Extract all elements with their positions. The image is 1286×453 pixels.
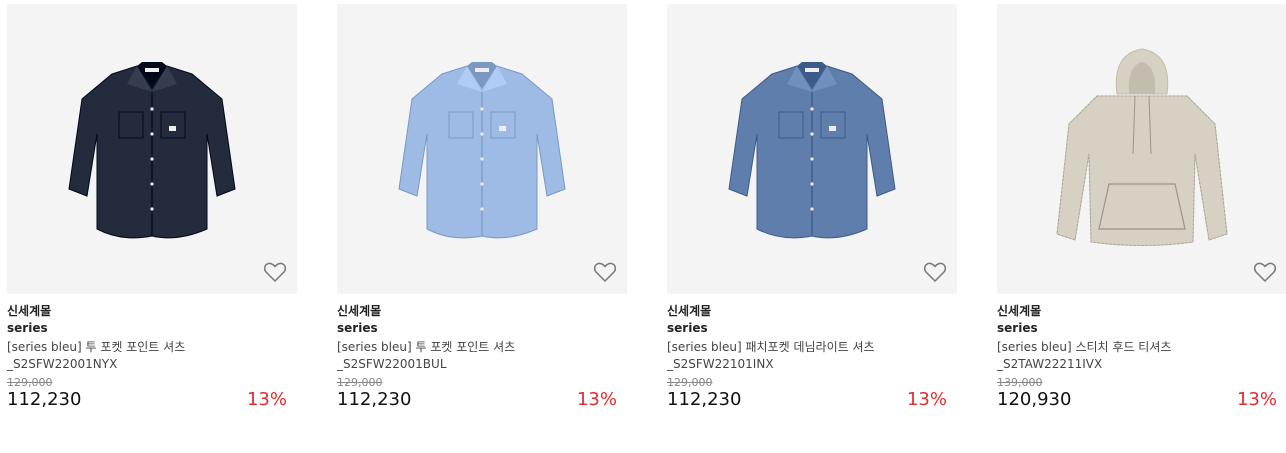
heart-outline-icon[interactable] [923,260,947,284]
sale-price: 120,930 [997,389,1072,410]
original-price: 129,000 [667,376,713,389]
sale-price: 112,230 [7,389,82,410]
sale-price: 112,230 [337,389,412,410]
brand-name[interactable]: series [7,320,297,339]
discount-rate: 13% [1236,389,1277,410]
discount-rate: 13% [576,389,617,410]
product-grid: 신세계몰 series [series bleu] 투 포켓 포인트 셔츠 _S… [7,4,1286,444]
product-code: _S2SFW22001BUL [337,357,447,371]
original-price: 129,000 [337,376,383,389]
product-code: _S2SFW22101INX [667,357,774,371]
original-price: 129,000 [7,376,53,389]
mall-name: 신세계몰 [337,304,382,318]
heart-outline-icon[interactable] [593,260,617,284]
product-code: _S2TAW22211IVX [997,357,1103,371]
mall-name: 신세계몰 [7,304,52,318]
sale-price: 112,230 [667,389,742,410]
product-name[interactable]: [series bleu] 투 포켓 포인트 셔츠 _S2SFW22001NYX [7,339,257,373]
discount-rate: 13% [246,389,287,410]
original-price: 139,000 [997,376,1043,389]
mall-name: 신세계몰 [997,304,1042,318]
navy-shirt-image [68,62,236,239]
product-image[interactable] [337,4,627,294]
product-image[interactable] [667,4,957,294]
heart-outline-icon[interactable] [263,260,287,284]
discount-rate: 13% [906,389,947,410]
product-name[interactable]: [series bleu] 스티치 후드 티셔츠 _S2TAW22211IVX [997,339,1247,373]
product-name[interactable]: [series bleu] 투 포켓 포인트 셔츠 _S2SFW22001BUL [337,339,587,373]
product-image[interactable] [7,4,297,294]
product-card[interactable]: 신세계몰 series [series bleu] 투 포켓 포인트 셔츠 _S… [7,4,297,413]
beige-hoodie-image [1056,48,1228,246]
product-code: _S2SFW22001NYX [7,357,118,371]
light-blue-shirt-image [398,62,566,239]
product-card[interactable]: 신세계몰 series [series bleu] 패치포켓 데님라이트 셔츠 … [667,4,957,413]
product-name[interactable]: [series bleu] 패치포켓 데님라이트 셔츠 _S2SFW22101I… [667,339,917,373]
product-image[interactable] [997,4,1286,294]
product-name-line: [series bleu] 스티치 후드 티셔츠 [997,340,1172,354]
product-name-line: [series bleu] 투 포켓 포인트 셔츠 [7,340,186,354]
product-card[interactable]: 신세계몰 series [series bleu] 스티치 후드 티셔츠 _S2… [997,4,1286,413]
denim-shirt-image [728,62,896,239]
brand-name[interactable]: series [337,320,627,339]
brand-name[interactable]: series [667,320,957,339]
product-card[interactable]: 신세계몰 series [series bleu] 투 포켓 포인트 셔츠 _S… [337,4,627,413]
brand-name[interactable]: series [997,320,1286,339]
heart-outline-icon[interactable] [1253,260,1277,284]
product-name-line: [series bleu] 투 포켓 포인트 셔츠 [337,340,516,354]
mall-name: 신세계몰 [667,304,712,318]
product-name-line: [series bleu] 패치포켓 데님라이트 셔츠 [667,340,875,354]
